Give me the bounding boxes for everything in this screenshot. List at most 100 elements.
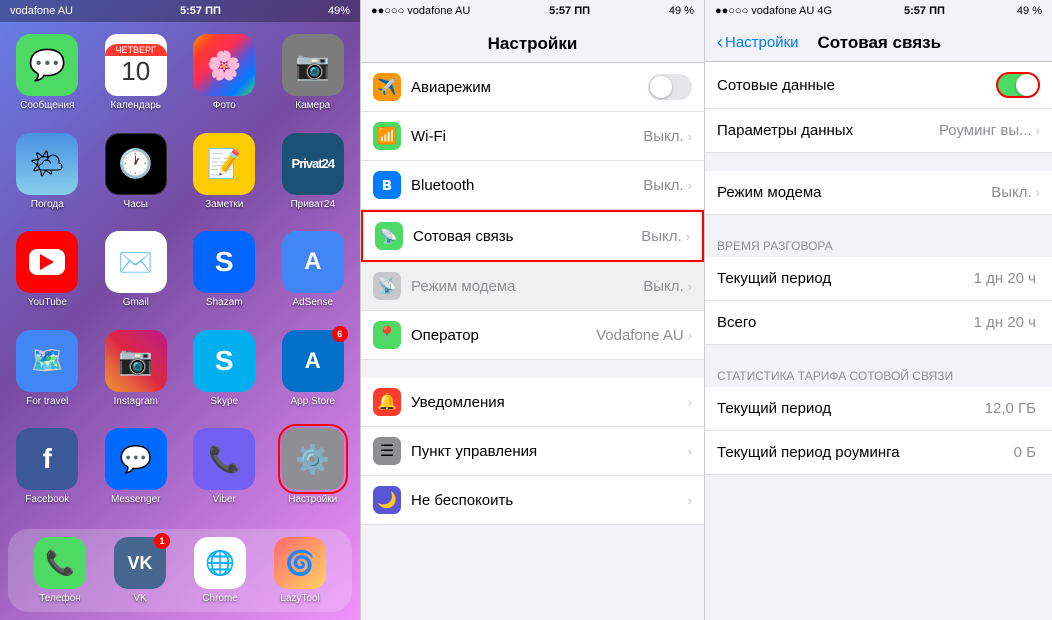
app-icon-adsense: A	[282, 231, 344, 293]
app-privat24[interactable]: Privat24 Приват24	[276, 133, 351, 218]
app-viber[interactable]: 📞 Viber	[187, 428, 262, 513]
data-params-value: Роуминг вы...	[939, 122, 1032, 139]
dock-chrome[interactable]: 🌐 Chrome	[194, 537, 246, 604]
airplane-toggle[interactable]	[648, 74, 692, 100]
cellular-data-toggle[interactable]	[996, 72, 1040, 98]
wifi-icon: 📶	[373, 122, 401, 150]
app-icon-instagram: 📷	[105, 330, 167, 392]
settings-row-control[interactable]: ☰ Пункт управления ›	[361, 427, 704, 476]
settings-row-modem[interactable]: 📡 Режим модема Выкл. ›	[361, 262, 704, 311]
phone2: ●●○○○ vodafone AU 5:57 ПП 49 % Настройки…	[360, 0, 705, 620]
tariff-stats-group: Текущий период 12,0 ГБ Текущий период ро…	[705, 387, 1052, 475]
settings-row-current-period-calls: Текущий период 1 дн 20 ч	[705, 257, 1052, 301]
app-icon-messenger: 💬	[105, 428, 167, 490]
dock-icon-vk: VK 1	[114, 537, 166, 589]
app-adsense[interactable]: A AdSense	[276, 231, 351, 316]
dock: 📞 Телефон VK 1 VK 🌐 Chrome 🌀 LazyTool	[8, 529, 352, 612]
app-label-messages: Сообщения	[20, 100, 74, 111]
app-label-photos: Фото	[213, 100, 236, 111]
wifi-value: Выкл.	[643, 128, 683, 145]
dock-vk[interactable]: VK 1 VK	[114, 537, 166, 604]
app-skype[interactable]: S Skype	[187, 330, 262, 415]
app-label-appstore: App Store	[291, 396, 335, 407]
settings-row-notifications[interactable]: 🔔 Уведомления ›	[361, 378, 704, 427]
app-weather[interactable]: 🌤 Погода	[10, 133, 85, 218]
total-calls-label: Всего	[717, 314, 974, 331]
settings-row-cellular-data[interactable]: Сотовые данные	[705, 62, 1052, 109]
app-settings[interactable]: ⚙️ Настройки	[276, 428, 351, 513]
airplane-label: Авиарежим	[411, 79, 648, 96]
app-shazam[interactable]: S Shazam	[187, 231, 262, 316]
app-notes[interactable]: 📝 Заметки	[187, 133, 262, 218]
settings-row-dnd[interactable]: 🌙 Не беспокоить ›	[361, 476, 704, 525]
settings-row-airplane[interactable]: ✈️ Авиарежим	[361, 63, 704, 112]
cellular-detail-header: ‹ Настройки Сотовая связь	[705, 22, 1052, 62]
app-label-viber: Viber	[213, 494, 236, 505]
roaming-data-label: Текущий период роуминга	[717, 444, 1014, 461]
app-messages[interactable]: 💬 Сообщения	[10, 34, 85, 119]
cellular-value: Выкл.	[641, 228, 681, 245]
operator-label: Оператор	[411, 327, 596, 344]
app-gmail[interactable]: ✉️ Gmail	[99, 231, 174, 316]
app-icon-calendar: ЧЕТВЕРГ 10	[105, 34, 167, 96]
back-label: Настройки	[725, 34, 799, 51]
app-icon-weather: 🌤	[16, 133, 78, 195]
settings-row-current-period-data: Текущий период 12,0 ГБ	[705, 387, 1052, 431]
dnd-label: Не беспокоить	[411, 492, 688, 509]
cellular-data-group: Сотовые данные Параметры данных Роуминг …	[705, 62, 1052, 153]
dock-label-vk: VK	[133, 593, 146, 604]
settings-row-data-params[interactable]: Параметры данных Роуминг вы... ›	[705, 109, 1052, 153]
phone1: vodafone AU 5:57 ПП 49% 💬 Сообщения ЧЕТВ…	[0, 0, 360, 620]
settings-row-modem-detail[interactable]: Режим модема Выкл. ›	[705, 171, 1052, 215]
current-period-data-label: Текущий период	[717, 400, 985, 417]
settings-row-bluetooth[interactable]: 𝗕 Bluetooth Выкл. ›	[361, 161, 704, 210]
current-period-data-value: 12,0 ГБ	[985, 400, 1036, 417]
app-icon-shazam: S	[193, 231, 255, 293]
app-youtube[interactable]: YouTube	[10, 231, 85, 316]
app-icon-camera: 📷	[282, 34, 344, 96]
app-appstore[interactable]: A 6 App Store	[276, 330, 351, 415]
app-label-adsense: AdSense	[292, 297, 333, 308]
settings-row-operator[interactable]: 📍 Оператор Vodafone AU ›	[361, 311, 704, 360]
battery-2: 49 %	[669, 5, 694, 17]
carrier-2: ●●○○○ vodafone AU	[371, 5, 470, 17]
app-messenger[interactable]: 💬 Messenger	[99, 428, 174, 513]
bluetooth-chevron: ›	[688, 178, 692, 193]
app-icon-privat24: Privat24	[282, 133, 344, 195]
status-bar-2: ●●○○○ vodafone AU 5:57 ПП 49 %	[361, 0, 704, 22]
app-calendar[interactable]: ЧЕТВЕРГ 10 Календарь	[99, 34, 174, 119]
roaming-data-value: 0 Б	[1014, 444, 1036, 461]
app-facebook[interactable]: f Facebook	[10, 428, 85, 513]
settings-row-wifi[interactable]: 📶 Wi-Fi Выкл. ›	[361, 112, 704, 161]
settings-group-connectivity: ✈️ Авиарежим 📶 Wi-Fi Выкл. › 𝗕 Bluetooth…	[361, 63, 704, 360]
control-label: Пункт управления	[411, 443, 688, 460]
app-photos[interactable]: 🌸 Фото	[187, 34, 262, 119]
separator-3-2	[705, 215, 1052, 233]
app-clock[interactable]: 🕐 Часы	[99, 133, 174, 218]
app-icon-notes: 📝	[193, 133, 255, 195]
app-instagram[interactable]: 📷 Instagram	[99, 330, 174, 415]
airplane-icon: ✈️	[373, 73, 401, 101]
dnd-chevron: ›	[688, 493, 692, 508]
operator-icon: 📍	[373, 321, 401, 349]
modem-detail-value: Выкл.	[991, 184, 1031, 201]
app-camera[interactable]: 📷 Камера	[276, 34, 351, 119]
app-icon-facebook: f	[16, 428, 78, 490]
separator-1	[361, 360, 704, 378]
app-fortravel[interactable]: 🗺️ For travel	[10, 330, 85, 415]
time-2: 5:57 ПП	[549, 5, 590, 17]
dock-label-chrome: Chrome	[202, 593, 238, 604]
dock-icon-phone: 📞	[34, 537, 86, 589]
current-period-calls-value: 1 дн 20 ч	[974, 270, 1036, 287]
cellular-label: Сотовая связь	[413, 228, 641, 245]
section-tariff-stats: СТАТИСТИКА ТАРИФА СОТОВОЙ СВЯЗИ	[705, 363, 1052, 387]
dock-lazytool[interactable]: 🌀 LazyTool	[274, 537, 326, 604]
current-period-calls-label: Текущий период	[717, 270, 974, 287]
modem-detail-chevron: ›	[1036, 185, 1040, 200]
modem-chevron: ›	[688, 279, 692, 294]
settings-row-cellular[interactable]: 📡 Сотовая связь Выкл. ›	[363, 212, 702, 260]
control-icon: ☰	[373, 437, 401, 465]
app-icon-settings: ⚙️	[282, 428, 344, 490]
dock-phone[interactable]: 📞 Телефон	[34, 537, 86, 604]
back-button[interactable]: ‹ Настройки	[717, 32, 799, 53]
